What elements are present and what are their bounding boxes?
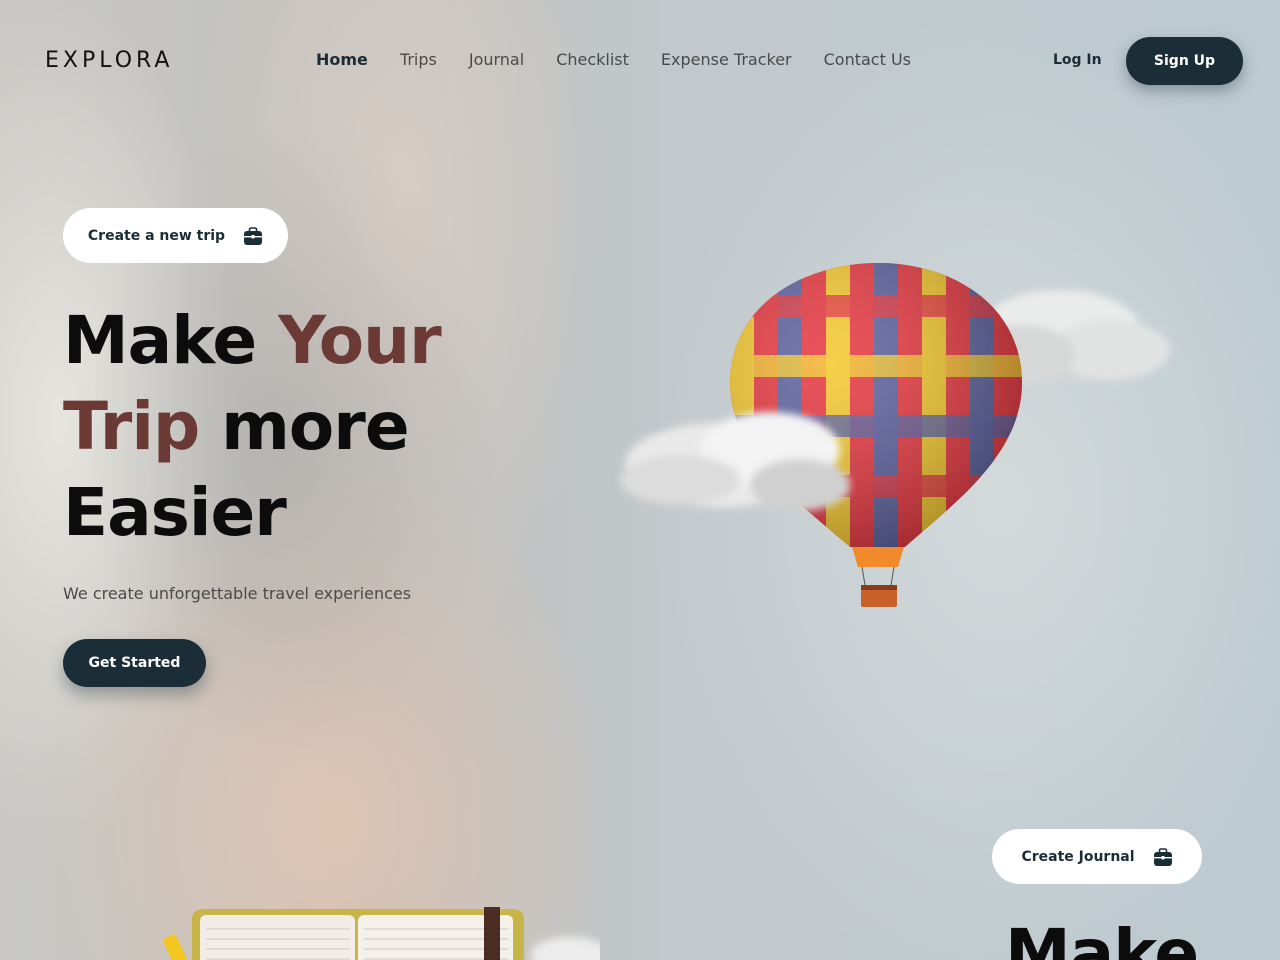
get-started-button[interactable]: Get Started <box>63 639 206 687</box>
nav-home[interactable]: Home <box>316 50 368 69</box>
nav-contact-us[interactable]: Contact Us <box>824 50 911 69</box>
create-journal-label: Create Journal <box>1021 848 1135 865</box>
nav-checklist[interactable]: Checklist <box>556 50 629 69</box>
hero-title-accent1: Your <box>278 302 442 379</box>
hero-title-part2: more <box>199 388 409 465</box>
hero-subtitle: We create unforgettable travel experienc… <box>63 584 412 603</box>
hero-title-part3: Easier <box>63 474 287 551</box>
notebook-image <box>163 907 600 960</box>
create-trip-button[interactable]: Create a new trip <box>63 208 288 263</box>
journal-section-title: Make <box>1005 915 1199 960</box>
hero-title-part1: Make <box>63 302 279 379</box>
signup-button[interactable]: Sign Up <box>1126 37 1243 85</box>
create-journal-button[interactable]: Create Journal <box>992 829 1202 884</box>
brand-logo[interactable]: EXPLORA <box>45 48 173 73</box>
login-link[interactable]: Log In <box>1053 52 1102 68</box>
balloon-envelope <box>730 263 1022 547</box>
balloon-skirt <box>852 547 904 567</box>
nav-expense-tracker[interactable]: Expense Tracker <box>661 50 792 69</box>
cloud-left <box>620 412 850 511</box>
briefcase-icon <box>1153 847 1172 866</box>
nav-journal[interactable]: Journal <box>469 50 524 69</box>
briefcase-icon <box>244 226 263 245</box>
create-trip-label: Create a new trip <box>87 227 226 244</box>
hot-air-balloon-image <box>620 263 1170 607</box>
hero-title-accent2: Trip <box>63 388 200 465</box>
nav-trips[interactable]: Trips <box>400 50 437 69</box>
hero-title: Make Your Trip more Easier <box>63 298 563 556</box>
main-nav: Home Trips Journal Checklist Expense Tra… <box>316 50 911 69</box>
